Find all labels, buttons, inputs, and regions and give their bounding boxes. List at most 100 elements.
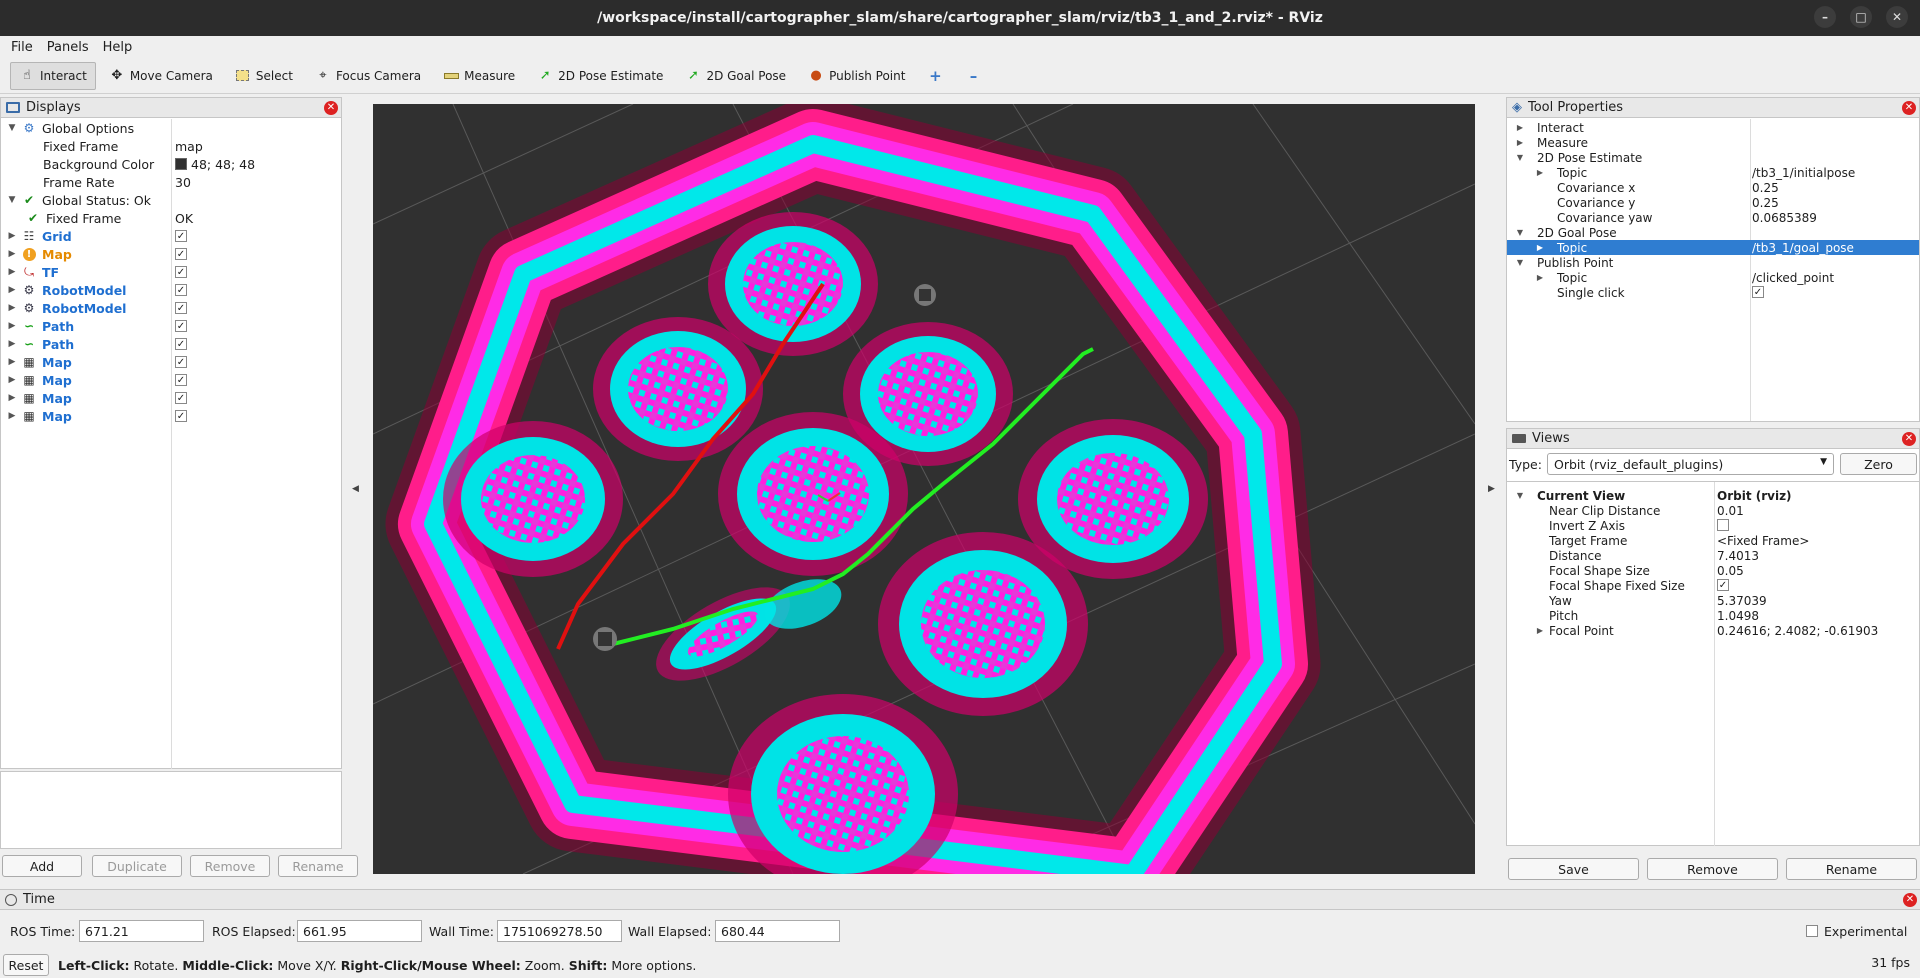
view-type-select[interactable]: Orbit (rviz_default_plugins) ▼ — [1547, 453, 1834, 475]
wall-elapsed-field[interactable]: 680.44 — [715, 920, 840, 942]
prop-row-pose-topic[interactable]: ▶ Topic/tb3_1/initialpose — [1507, 165, 1919, 180]
save-view-button[interactable]: Save — [1508, 858, 1639, 880]
ros-elapsed-field[interactable]: 661.95 — [297, 920, 422, 942]
close-panel-icon[interactable]: ✕ — [1903, 893, 1917, 907]
remove-tool-button[interactable]: – — [956, 62, 990, 90]
enable-checkbox[interactable]: ✓ — [175, 392, 187, 404]
close-icon[interactable]: ✕ — [1886, 6, 1908, 28]
reset-button[interactable]: Reset — [3, 954, 49, 976]
target-frame-value[interactable]: <Fixed Frame> — [1717, 534, 1809, 548]
remove-display-button[interactable]: Remove — [190, 855, 270, 877]
collapsed-arrow-icon[interactable]: ▶ — [7, 321, 17, 331]
expand-arrow-icon[interactable]: ▼ — [1515, 258, 1525, 267]
display-item-grid[interactable]: ▶ ☷ Grid ✓ — [1, 227, 341, 245]
prop-row-single-click[interactable]: Single click ✓ — [1507, 285, 1919, 300]
publish-point-tool-button[interactable]: ● Publish Point — [799, 62, 914, 90]
prop-row-publish-point[interactable]: ▼ Publish Point — [1507, 255, 1919, 270]
frame-rate-value[interactable]: 30 — [175, 175, 191, 190]
menu-panels[interactable]: Panels — [42, 40, 94, 55]
enable-checkbox[interactable]: ✓ — [175, 266, 187, 278]
collapse-left-arrow-icon[interactable]: ◀ — [352, 484, 359, 494]
collapsed-arrow-icon[interactable]: ▶ — [7, 393, 17, 403]
focal-point-value[interactable]: 0.24616; 2.4082; -0.61903 — [1717, 624, 1878, 638]
goal-pose-tool-button[interactable]: ➚ 2D Goal Pose — [676, 62, 795, 90]
close-panel-icon[interactable]: ✕ — [1902, 101, 1916, 115]
enable-checkbox[interactable]: ✓ — [175, 230, 187, 242]
view-row-current-view[interactable]: ▼ Current View Orbit (rviz) — [1507, 488, 1919, 503]
prop-row-goal-topic[interactable]: ▶ Topic/tb3_1/goal_pose — [1507, 240, 1919, 255]
enable-checkbox[interactable]: ✓ — [175, 410, 187, 422]
expand-arrow-icon[interactable]: ▼ — [1515, 228, 1525, 237]
tree-row-global-status[interactable]: ▼ ✔ Global Status: Ok — [1, 191, 341, 209]
view-row-target-frame[interactable]: Target Frame <Fixed Frame> — [1507, 533, 1919, 548]
expand-arrow-icon[interactable]: ▼ — [7, 123, 17, 133]
view-row-near-clip[interactable]: Near Clip Distance 0.01 — [1507, 503, 1919, 518]
view-row-focal-size[interactable]: Focal Shape Size 0.05 — [1507, 563, 1919, 578]
view-row-focal-point[interactable]: ▶ Focal Point 0.24616; 2.4082; -0.61903 — [1507, 623, 1919, 638]
ros-time-field[interactable]: 671.21 — [79, 920, 204, 942]
close-panel-icon[interactable]: ✕ — [1902, 432, 1916, 446]
rename-display-button[interactable]: Rename — [278, 855, 358, 877]
collapsed-arrow-icon[interactable]: ▶ — [1535, 243, 1545, 252]
prop-row-cov-y[interactable]: Covariance y 0.25 — [1507, 195, 1919, 210]
experimental-checkbox[interactable] — [1806, 925, 1818, 937]
enable-checkbox[interactable]: ✓ — [175, 374, 187, 386]
collapsed-arrow-icon[interactable]: ▶ — [7, 249, 17, 259]
menu-help[interactable]: Help — [98, 40, 138, 55]
prop-row-cov-x[interactable]: Covariance x 0.25 — [1507, 180, 1919, 195]
display-item-tf[interactable]: ▶ ⤿ TF ✓ — [1, 263, 341, 281]
focal-size-value[interactable]: 0.05 — [1717, 564, 1744, 578]
collapsed-arrow-icon[interactable]: ▶ — [7, 339, 17, 349]
view-row-distance[interactable]: Distance 7.4013 — [1507, 548, 1919, 563]
display-item-map-4[interactable]: ▶ ▦ Map ✓ — [1, 407, 341, 425]
view-row-pitch[interactable]: Pitch 1.0498 — [1507, 608, 1919, 623]
view-row-focal-fixed[interactable]: Focal Shape Fixed Size ✓ — [1507, 578, 1919, 593]
pose-topic-value[interactable]: /tb3_1/initialpose — [1752, 166, 1855, 180]
single-click-checkbox[interactable]: ✓ — [1752, 286, 1764, 298]
collapsed-arrow-icon[interactable]: ▶ — [7, 231, 17, 241]
cov-yaw-value[interactable]: 0.0685389 — [1752, 211, 1817, 225]
enable-checkbox[interactable]: ✓ — [175, 284, 187, 296]
prop-row-measure[interactable]: ▶ Measure — [1507, 135, 1919, 150]
measure-tool-button[interactable]: Measure — [434, 62, 524, 90]
view-row-yaw[interactable]: Yaw 5.37039 — [1507, 593, 1919, 608]
invert-z-checkbox[interactable] — [1717, 519, 1729, 531]
wall-time-field[interactable]: 1751069278.50 — [497, 920, 622, 942]
tree-row-background-color[interactable]: Background Color 48; 48; 48 — [1, 155, 341, 173]
pose-estimate-tool-button[interactable]: ➚ 2D Pose Estimate — [528, 62, 672, 90]
tree-row-status-fixed-frame[interactable]: ✔ Fixed Frame OK — [1, 209, 341, 227]
enable-checkbox[interactable]: ✓ — [175, 338, 187, 350]
tree-row-global-options[interactable]: ▼ ⚙ Global Options — [1, 119, 341, 137]
enable-checkbox[interactable]: ✓ — [175, 320, 187, 332]
display-item-path-2[interactable]: ▶ ∽ Path ✓ — [1, 335, 341, 353]
expand-arrow-icon[interactable]: ▼ — [7, 195, 17, 205]
maximize-icon[interactable]: □ — [1850, 6, 1872, 28]
cov-x-value[interactable]: 0.25 — [1752, 181, 1779, 195]
display-item-robotmodel-2[interactable]: ▶ ⚙ RobotModel ✓ — [1, 299, 341, 317]
focal-fixed-checkbox[interactable]: ✓ — [1717, 579, 1729, 591]
tree-row-fixed-frame[interactable]: Fixed Frame map — [1, 137, 341, 155]
rename-view-button[interactable]: Rename — [1786, 858, 1917, 880]
collapsed-arrow-icon[interactable]: ▶ — [7, 375, 17, 385]
3d-render-view[interactable] — [373, 104, 1475, 874]
prop-row-goal-pose[interactable]: ▼ 2D Goal Pose — [1507, 225, 1919, 240]
prop-row-interact[interactable]: ▶ Interact — [1507, 120, 1919, 135]
minimize-icon[interactable]: – — [1814, 6, 1836, 28]
expand-arrow-icon[interactable]: ▼ — [1515, 491, 1525, 500]
collapsed-arrow-icon[interactable]: ▶ — [7, 303, 17, 313]
display-item-path-1[interactable]: ▶ ∽ Path ✓ — [1, 317, 341, 335]
menu-file[interactable]: File — [6, 40, 38, 55]
cov-y-value[interactable]: 0.25 — [1752, 196, 1779, 210]
tree-row-frame-rate[interactable]: Frame Rate 30 — [1, 173, 341, 191]
display-item-map-2[interactable]: ▶ ▦ Map ✓ — [1, 371, 341, 389]
yaw-value[interactable]: 5.37039 — [1717, 594, 1767, 608]
goal-topic-value[interactable]: /tb3_1/goal_pose — [1752, 241, 1854, 255]
prop-row-point-topic[interactable]: ▶ Topic/clicked_point — [1507, 270, 1919, 285]
collapsed-arrow-icon[interactable]: ▶ — [1535, 168, 1545, 177]
fixed-frame-value[interactable]: map — [175, 139, 203, 154]
collapsed-arrow-icon[interactable]: ▶ — [1515, 138, 1525, 147]
zero-button[interactable]: Zero — [1840, 453, 1917, 475]
enable-checkbox[interactable]: ✓ — [175, 356, 187, 368]
move-camera-tool-button[interactable]: ✥ Move Camera — [100, 62, 222, 90]
display-item-map-warning[interactable]: ▶ ! Map ✓ — [1, 245, 341, 263]
